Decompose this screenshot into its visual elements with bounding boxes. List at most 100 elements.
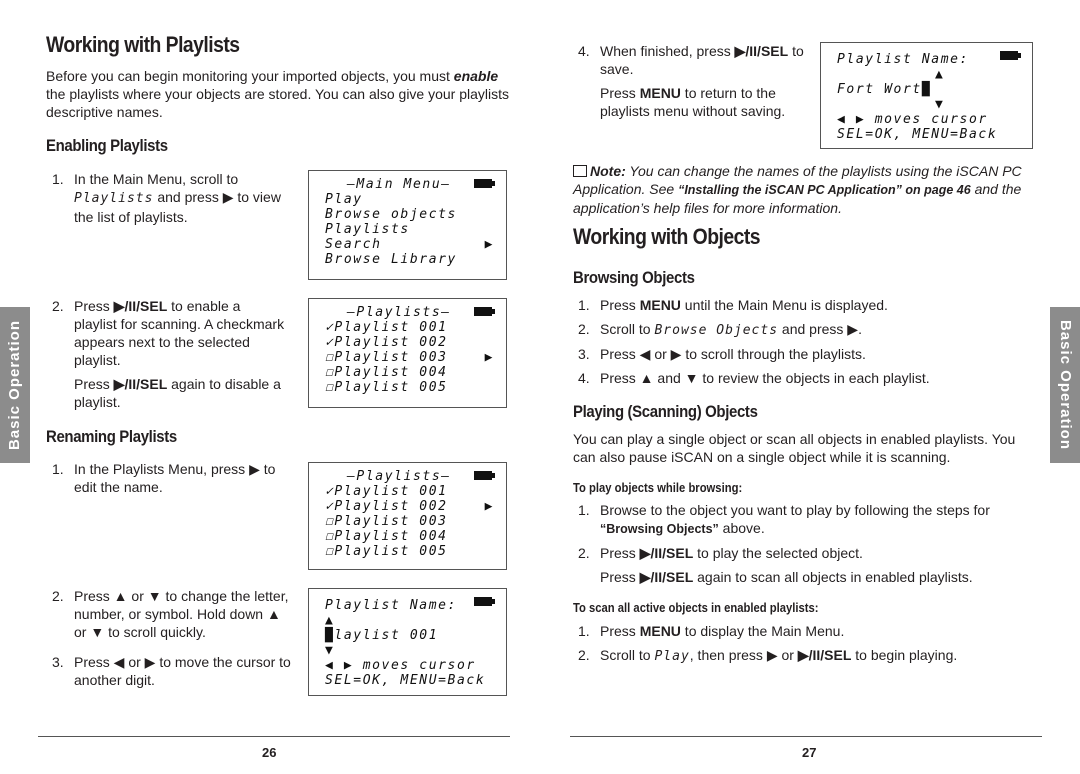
lcd-name-value: Fort Wort█ (837, 82, 932, 97)
step-text: When finished, press ▶/II/SEL to save. Pr… (600, 42, 818, 120)
right-arrow-icon: ▶ (484, 499, 494, 514)
down-arrow-icon: ▼ (935, 97, 945, 112)
text-segment: MENU (639, 85, 681, 101)
text-segment: Press (74, 298, 114, 314)
text-segment: Press (600, 623, 640, 639)
text-segment: “Installing the iSCAN PC Application” on… (678, 183, 971, 197)
text-segment: above. (718, 520, 765, 536)
step-text: Press MENU until the Main Menu is displa… (600, 296, 888, 314)
renaming-step-2: 2. Press ▲ or ▼ to change the letter, num… (52, 587, 292, 641)
renaming-step-4: 4. When finished, press ▶/II/SEL to save.… (578, 42, 818, 120)
text-segment: ▶/II/SEL (113, 298, 168, 314)
text-segment: Playlists (74, 191, 154, 206)
text-segment: again to scan all objects in enabled pla… (693, 569, 973, 585)
lcd-title: –Playlists– (347, 305, 451, 320)
step-number: 1. (578, 297, 590, 313)
lcd-title: –Playlists– (347, 469, 451, 484)
step-text: Press MENU to display the Main Menu. (600, 622, 844, 640)
text-segment: Press (600, 545, 640, 561)
text-segment: ▶/II/SEL (639, 545, 694, 561)
text-segment: Browse Objects (654, 323, 779, 338)
heading-playing-objects: Playing (Scanning) Objects (573, 402, 758, 421)
step-text: In the Main Menu, scroll to Playlists an… (74, 170, 287, 226)
browse-play-step-2: 2. Press ▶/II/SEL to play the selected ob… (578, 544, 1038, 586)
text-segment: Press ▲ and ▼ to review the objects in e… (600, 370, 930, 386)
text-segment: ▶/II/SEL (639, 569, 694, 585)
lcd-menu-item: Playlists (325, 222, 410, 237)
lcd-keys: SEL=OK, MENU=Back (837, 127, 998, 142)
text-segment: enable (453, 68, 499, 84)
up-arrow-icon: ▲ (325, 613, 335, 628)
step-text: Press ▲ and ▼ to review the objects in e… (600, 369, 930, 387)
step-number: 2. (52, 588, 64, 604)
text-segment: Press (600, 297, 640, 313)
heading-play-while-browsing: To play objects while browsing: (573, 481, 743, 495)
text-segment: MENU (639, 297, 681, 313)
lcd-menu-item: Browse Library (325, 252, 457, 267)
text-segment: and press ▶. (778, 321, 862, 337)
lcd-title: –Main Menu– (347, 177, 451, 192)
lcd-menu-item: ✓Playlist 001 (325, 484, 448, 499)
text-segment: ▶/II/SEL (797, 647, 852, 663)
text-segment: MENU (639, 623, 681, 639)
heading-browsing-objects: Browsing Objects (573, 268, 695, 287)
right-arrow-icon: ▶ (484, 350, 494, 365)
lcd-hint: ◀ ▶ moves cursor (837, 112, 988, 127)
step-number: 3. (52, 654, 64, 670)
text-segment: ▶/II/SEL (113, 376, 168, 392)
step-text: In the Playlists Menu, press ▶ to edit t… (74, 460, 292, 496)
renaming-step-3: 3. Press ◀ or ▶ to move the cursor to ano… (52, 653, 292, 689)
step-number: 1. (578, 502, 590, 518)
step-number: 4. (578, 370, 590, 386)
text-segment: In the Main Menu, scroll to (74, 171, 239, 187)
footer-rule-right (570, 736, 1042, 737)
step-text: Scroll to Browse Objects and press ▶. (600, 320, 862, 340)
text-segment: , then press ▶ or (689, 647, 798, 663)
step-text: Press ◀ or ▶ to scroll through the playl… (600, 345, 866, 363)
right-arrow-icon: ▶ (484, 237, 494, 252)
text-segment: In the Playlists Menu, press ▶ to edit t… (74, 461, 276, 495)
renaming-step-1: 1. In the Playlists Menu, press ▶ to edit… (52, 460, 292, 496)
text-segment: Press (600, 85, 640, 101)
step-text: Press ▲ or ▼ to change the letter, numbe… (74, 587, 292, 641)
lcd-menu-item: Play (325, 192, 363, 207)
lcd-title: Playlist Name: (837, 52, 969, 67)
lcd-menu-item: ☐Playlist 005 (325, 380, 448, 395)
step-number: 1. (52, 171, 64, 187)
text-segment: to begin playing. (851, 647, 958, 663)
step-number: 1. (52, 461, 64, 477)
text-segment: Play (654, 649, 690, 664)
enabling-step-1: 1. In the Main Menu, scroll to Playlists … (52, 170, 287, 226)
text-segment: ▶/II/SEL (734, 43, 789, 59)
lcd-menu-item: Search (325, 237, 382, 252)
text-segment: You can play a single object or scan all… (573, 431, 1016, 465)
text-segment: “Browsing Objects” (600, 522, 719, 536)
text-segment: to display the Main Menu. (680, 623, 845, 639)
browse-play-step-1: 1. Browse to the object you want to play … (578, 501, 1038, 538)
text-segment: Press ▲ or ▼ to change the letter, numbe… (74, 588, 289, 640)
step-text: Press ▶/II/SEL to play the selected obje… (600, 544, 973, 586)
browsing-step-4: 4. Press ▲ and ▼ to review the objects in… (578, 369, 1038, 387)
heading-enabling-playlists: Enabling Playlists (46, 136, 168, 155)
enabling-step-2: 2. Press ▶/II/SEL to enable a playlist fo… (52, 297, 287, 411)
lcd-name-value: █laylist 001 (325, 628, 439, 643)
text-segment: until the Main Menu is displayed. (680, 297, 888, 313)
step-number: 3. (578, 346, 590, 362)
lcd-playlists-rename: –Playlists– ✓Playlist 001 ✓Playlist 002 ☐Pl… (308, 462, 507, 570)
text-segment: When finished, press (600, 43, 735, 59)
heading-scan-active: To scan all active objects in enabled pl… (573, 601, 819, 615)
text-segment: the playlists where your objects are sto… (46, 86, 510, 120)
step-number: 2. (578, 647, 590, 663)
step-number: 2. (578, 321, 590, 337)
lcd-title: Playlist Name: (325, 598, 457, 613)
step-number: 2. (578, 545, 590, 561)
step-number: 2. (52, 298, 64, 314)
browsing-step-1: 1. Press MENU until the Main Menu is disp… (578, 296, 1038, 314)
lcd-playlist-name-save: Playlist Name: ▲ Fort Wort█ ▼ ◀ ▶ moves curs… (820, 42, 1033, 149)
step-extra-text: Press ▶/II/SEL again to disable a playli… (74, 375, 287, 411)
heading-renaming-playlists: Renaming Playlists (46, 427, 177, 446)
browsing-step-3: 3. Press ◀ or ▶ to scroll through the pla… (578, 345, 1038, 363)
lcd-hint: ◀ ▶ moves cursor (325, 658, 476, 673)
text-segment: Note: (590, 163, 626, 179)
note-icon (573, 165, 587, 177)
